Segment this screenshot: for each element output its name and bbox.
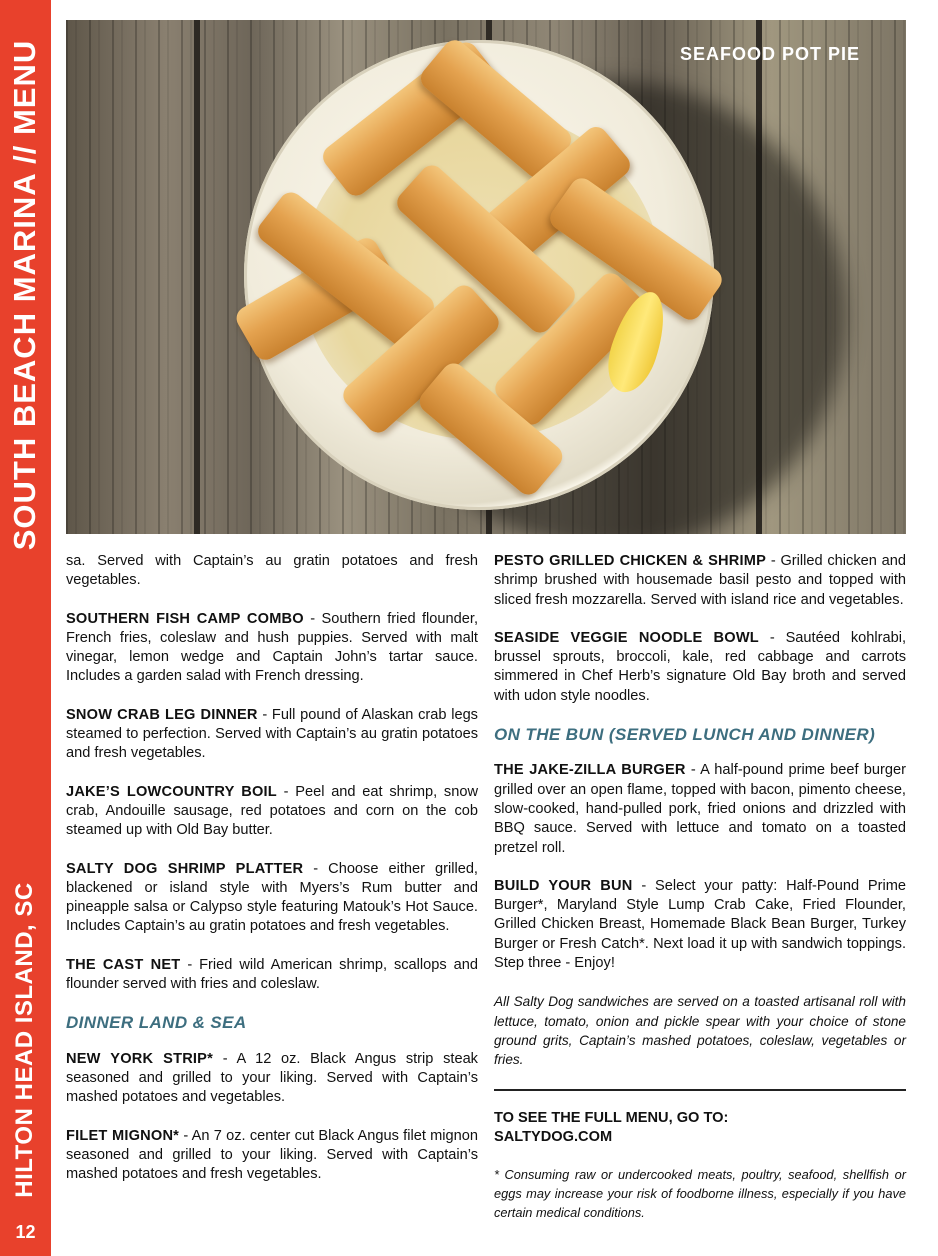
page-number: 12 <box>15 1222 36 1242</box>
sandwich-note: All Salty Dog sandwiches are served on a… <box>494 994 906 1068</box>
menu-item-name: PESTO GRILLED CHICKEN & SHRIMP <box>494 553 767 569</box>
menu-item: THE JAKE-ZILLA BURGER - A half-pound pri… <box>494 761 906 857</box>
menu-column-left: sa. Served with Captain’s au gratin pota… <box>66 552 478 1203</box>
photo-caption: SEAFOOD POT PIE <box>679 44 860 64</box>
menu-item: PESTO GRILLED CHICKEN & SHRIMP - Grilled… <box>494 552 906 610</box>
menu-item-name: BUILD YOUR BUN <box>494 877 633 894</box>
wood-plank-gap <box>194 20 200 534</box>
menu-item-name: SNOW CRAB LEG DINNER <box>66 706 258 723</box>
divider-rule <box>494 1088 906 1091</box>
menu-item: THE CAST NET - Fried wild American shrim… <box>66 956 478 995</box>
full-menu-text: TO SEE THE FULL MENU, GO TO: <box>494 1109 729 1126</box>
menu-item: FILET MIGNON* - An 7 oz. center cut Blac… <box>66 1127 478 1185</box>
menu-column-right: PESTO GRILLED CHICKEN & SHRIMP - Grilled… <box>494 552 906 1222</box>
menu-item-name: JAKE’S LOWCOUNTRY BOIL <box>66 783 277 800</box>
menu-item: SOUTHERN FISH CAMP COMBO - Southern frie… <box>66 610 478 687</box>
menu-item: SALTY DOG SHRIMP PLATTER - Choose either… <box>66 860 478 937</box>
menu-item-name: NEW YORK STRIP* <box>66 1050 213 1067</box>
section-heading-on-the-bun: ON THE BUN (SERVED LUNCH AND DINNER) <box>494 725 876 745</box>
menu-item: BUILD YOUR BUN - Select your patty: Half… <box>494 877 906 973</box>
menu-item-name: THE CAST NET <box>66 956 181 973</box>
sidebar-band: SOUTH BEACH MARINA // MENU HILTON HEAD I… <box>0 0 51 1256</box>
section-heading-dinner-land-sea: DINNER LAND & SEA <box>66 1013 247 1033</box>
menu-item-name: THE JAKE-ZILLA BURGER <box>494 762 686 779</box>
hero-photo: SEAFOOD POT PIE <box>66 20 906 534</box>
menu-item: NEW YORK STRIP* - A 12 oz. Black Angus s… <box>66 1050 478 1108</box>
food-safety-disclaimer: * Consuming raw or undercooked meats, po… <box>494 1167 906 1221</box>
sidebar-title: SOUTH BEACH MARINA // MENU <box>7 39 42 551</box>
menu-item-name: SALTY DOG SHRIMP PLATTER <box>66 860 304 877</box>
menu-item: SNOW CRAB LEG DINNER - Full pound of Ala… <box>66 706 478 764</box>
menu-item: JAKE’S LOWCOUNTRY BOIL - Peel and eat sh… <box>66 783 478 841</box>
website-link[interactable]: SALTYDOG.COM <box>494 1128 906 1147</box>
sidebar-location: HILTON HEAD ISLAND, SC <box>11 882 38 1198</box>
full-menu-callout: TO SEE THE FULL MENU, GO TO: SALTYDOG.CO… <box>494 1109 906 1148</box>
menu-item: SEASIDE VEGGIE NOODLE BOWL - Sautéed koh… <box>494 629 906 706</box>
menu-item-name: SOUTHERN FISH CAMP COMBO <box>66 610 304 627</box>
menu-item-name: SEASIDE VEGGIE NOODLE BOWL <box>494 629 759 646</box>
menu-item-name: FILET MIGNON* <box>66 1127 180 1144</box>
continued-text: sa. Served with Captain’s au gratin pota… <box>66 553 478 589</box>
